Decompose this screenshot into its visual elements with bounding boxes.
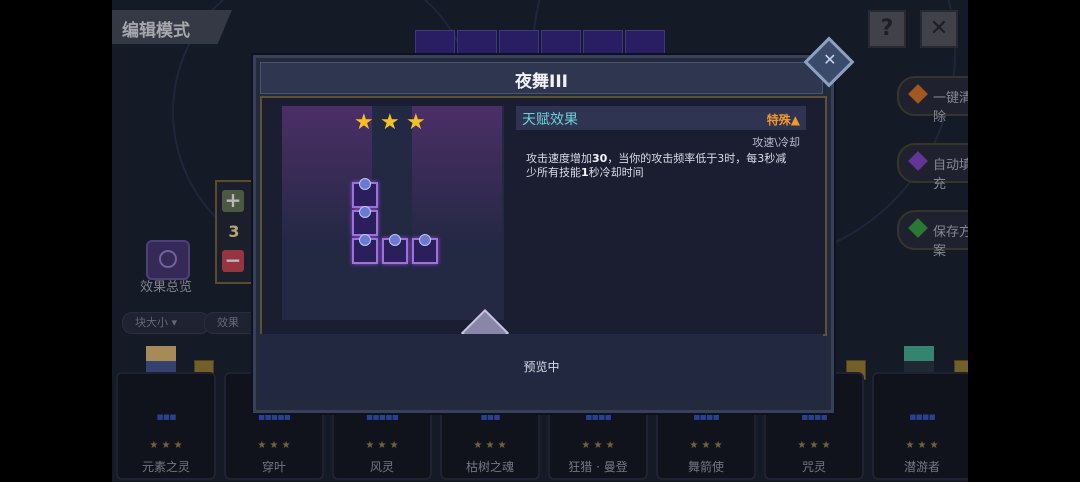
special-badge[interactable]: 特殊▲ — [767, 111, 800, 128]
talent-description: 攻击速度增加30，当你的攻击频率低于3时，每3秒减少所有技能1秒冷却时间 — [526, 152, 788, 180]
talent-label: 天赋效果 — [522, 112, 578, 128]
block-piece — [382, 234, 408, 264]
preview-status: 预览中 — [523, 360, 560, 374]
talent-header: 天赋效果 特殊▲ — [516, 106, 806, 130]
close-icon: ✕ — [823, 49, 837, 69]
block-piece — [352, 178, 378, 208]
dialog-title-bar: 夜舞III — [260, 62, 823, 94]
block-piece — [352, 206, 378, 236]
block-piece — [412, 234, 438, 264]
rating-star-icon: ★ — [380, 110, 400, 135]
unit-detail-dialog: 夜舞III ✕ ★ ★ ★ 天赋效果 特殊▲ 攻速\冷却 攻击速度增加30，当你… — [253, 36, 855, 413]
rating-star-icon: ★ — [354, 110, 374, 135]
block-preview: ★ ★ ★ — [282, 106, 504, 320]
desc-text: 秒冷却时间 — [588, 166, 644, 179]
desc-value: 30 — [592, 152, 608, 165]
block-piece — [352, 234, 378, 264]
desc-text: 攻击速度增加 — [526, 152, 592, 165]
desc-value: 1 — [581, 166, 589, 179]
dialog-title: 夜舞III — [515, 72, 568, 92]
dialog-footer: 预览中 — [260, 334, 823, 400]
detail-content: ★ ★ ★ 天赋效果 特殊▲ 攻速\冷却 攻击速度增加30，当你的攻击频率低于3… — [260, 96, 827, 358]
rating-star-icon: ★ — [406, 110, 426, 135]
talent-tags: 攻速\冷却 — [752, 136, 800, 149]
